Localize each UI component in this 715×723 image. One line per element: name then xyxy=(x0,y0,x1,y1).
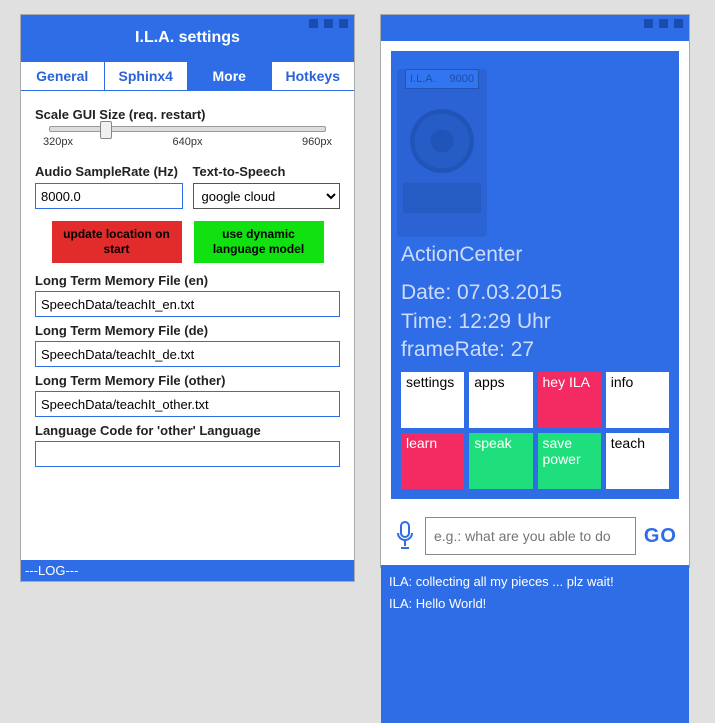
tab-hotkeys[interactable]: Hotkeys xyxy=(272,62,355,90)
update-location-button[interactable]: update location on start xyxy=(52,221,182,263)
actioncenter-window: I.L.A. 9000 ActionCenter Date: 07.03.201… xyxy=(380,14,690,568)
mem-de-input[interactable] xyxy=(35,341,340,367)
scale-tick: 640px xyxy=(173,136,203,148)
ask-input[interactable] xyxy=(425,517,636,555)
device-screen: I.L.A. 9000 xyxy=(405,69,479,89)
tile-apps[interactable]: apps xyxy=(469,372,532,428)
window-control-box[interactable] xyxy=(339,19,348,28)
scale-ticks: 320px 640px 960px xyxy=(41,134,334,148)
tab-sphinx4[interactable]: Sphinx4 xyxy=(105,62,189,90)
tile-teach[interactable]: teach xyxy=(606,433,669,489)
window-control-box[interactable] xyxy=(644,19,653,28)
settings-tabs: General Sphinx4 More Hotkeys xyxy=(21,61,354,91)
console-line: ILA: Hello World! xyxy=(389,593,681,615)
go-button[interactable]: GO xyxy=(644,525,677,548)
device-label-left: I.L.A. xyxy=(410,72,436,86)
mem-en-label: Long Term Memory File (en) xyxy=(35,273,340,288)
settings-titlebar[interactable]: I.L.A. settings xyxy=(21,15,354,61)
tile-hey-ILA[interactable]: hey ILA xyxy=(538,372,601,428)
microphone-icon[interactable] xyxy=(393,520,417,553)
window-control-box[interactable] xyxy=(309,19,318,28)
mem-other-label: Long Term Memory File (other) xyxy=(35,373,340,388)
actioncenter-framerate: frameRate: 27 xyxy=(401,336,669,364)
tts-select[interactable]: google cloud xyxy=(193,183,341,209)
mem-de-label: Long Term Memory File (de) xyxy=(35,323,340,338)
mem-other-input[interactable] xyxy=(35,391,340,417)
settings-title: I.L.A. settings xyxy=(21,15,354,61)
window-controls xyxy=(309,19,348,28)
langcode-input[interactable] xyxy=(35,441,340,467)
tile-learn[interactable]: learn xyxy=(401,433,464,489)
tile-grid: settingsappshey ILAinfo learnspeaksave po… xyxy=(401,372,669,489)
tile-settings[interactable]: settings xyxy=(401,372,464,428)
actioncenter-time: Time: 12:29 Uhr xyxy=(401,308,669,336)
settings-body: Scale GUI Size (req. restart) 320px 640p… xyxy=(21,91,354,471)
console-line: ILA: collecting all my pieces ... plz wa… xyxy=(389,571,681,593)
settings-window: I.L.A. settings General Sphinx4 More Hot… xyxy=(20,14,355,582)
scale-label: Scale GUI Size (req. restart) xyxy=(35,107,340,122)
device-label-right: 9000 xyxy=(450,72,474,86)
scale-slider[interactable] xyxy=(49,126,326,132)
action-header: I.L.A. 9000 ActionCenter Date: 07.03.201… xyxy=(401,73,669,364)
langcode-label: Language Code for 'other' Language xyxy=(35,423,340,438)
samplerate-label: Audio SampleRate (Hz) xyxy=(35,164,183,179)
tile-speak[interactable]: speak xyxy=(469,433,532,489)
actioncenter-date: Date: 07.03.2015 xyxy=(401,279,669,307)
tile-info[interactable]: info xyxy=(606,372,669,428)
scale-slider-row: 320px 640px 960px xyxy=(35,126,340,148)
device-illustration: I.L.A. 9000 xyxy=(397,69,487,237)
tab-general[interactable]: General xyxy=(21,62,105,90)
scale-tick: 960px xyxy=(302,136,332,148)
actioncenter-titlebar[interactable] xyxy=(381,15,689,41)
tab-more[interactable]: More xyxy=(188,62,272,90)
window-control-box[interactable] xyxy=(674,19,683,28)
tts-label: Text-to-Speech xyxy=(193,164,341,179)
mem-en-input[interactable] xyxy=(35,291,340,317)
log-bar: ---LOG--- xyxy=(21,560,354,581)
tile-save-power[interactable]: save power xyxy=(538,433,601,489)
device-speaker-icon xyxy=(410,109,474,173)
scale-slider-thumb[interactable] xyxy=(100,121,112,139)
device-base xyxy=(403,183,481,213)
actioncenter-title: ActionCenter xyxy=(401,241,669,269)
window-control-box[interactable] xyxy=(659,19,668,28)
samplerate-input[interactable] xyxy=(35,183,183,209)
ask-row: GO xyxy=(381,499,689,565)
window-control-box[interactable] xyxy=(324,19,333,28)
window-controls xyxy=(644,19,683,28)
scale-tick: 320px xyxy=(43,136,73,148)
action-panel: I.L.A. 9000 ActionCenter Date: 07.03.201… xyxy=(391,51,679,499)
dynamic-lang-button[interactable]: use dynamic language model xyxy=(194,221,324,263)
console-output: ILA: collecting all my pieces ... plz wa… xyxy=(381,565,689,723)
